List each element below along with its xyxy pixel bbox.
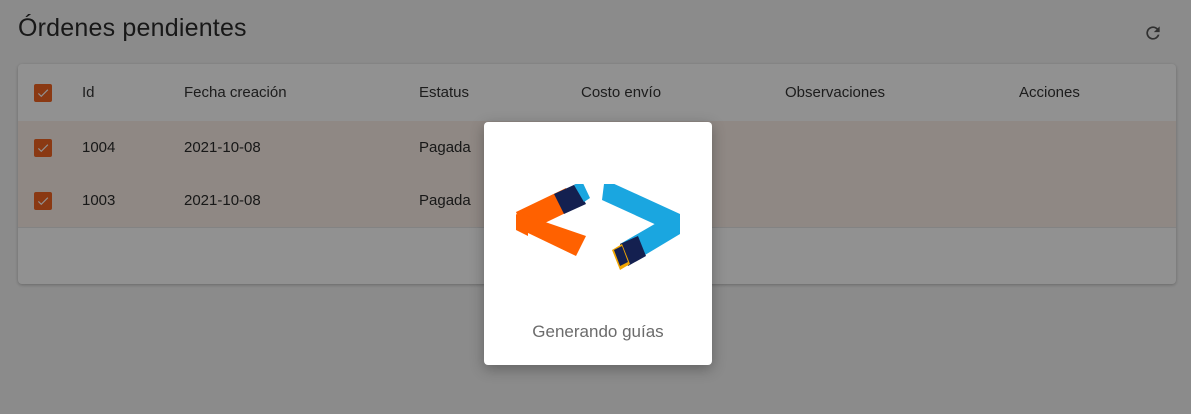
loading-dialog: Generando guías (484, 122, 712, 365)
code-brackets-logo (516, 184, 680, 270)
loading-message: Generando guías (532, 322, 664, 341)
